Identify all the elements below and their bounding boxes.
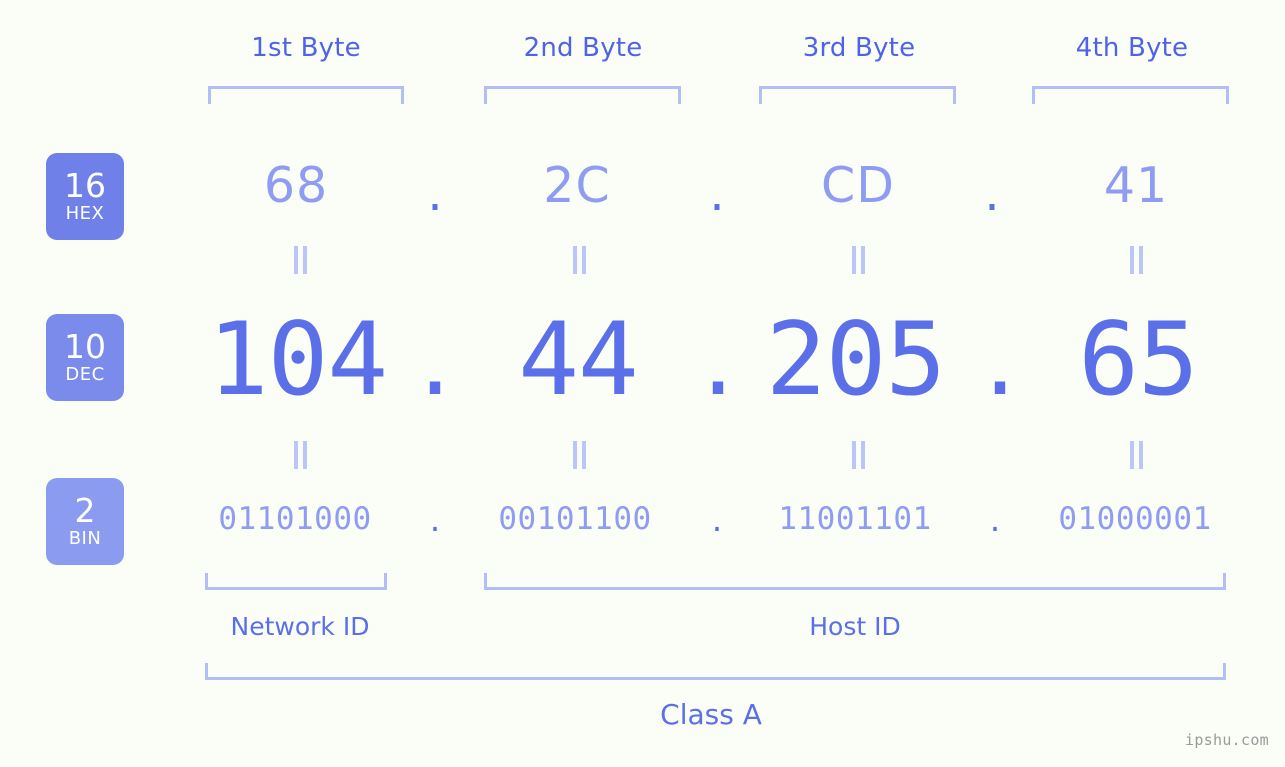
byte-bracket-4 (1032, 86, 1229, 104)
host-id-label: Host ID (809, 612, 901, 641)
byte-header-1: 1st Byte (251, 33, 361, 63)
base-badge-bin-number: 2 (74, 491, 96, 530)
base-badge-bin: 2 BIN (46, 478, 124, 565)
hex-separator-2: . (709, 166, 725, 222)
dec-value-byte-2: 44 (518, 300, 639, 418)
equals-marker-hex-dec-3 (850, 246, 868, 274)
equals-marker-dec-bin-1 (292, 441, 310, 469)
class-label: Class A (660, 698, 762, 731)
hex-value-byte-2: 2C (543, 157, 611, 214)
base-badge-dec-number: 10 (64, 327, 106, 366)
equals-marker-dec-bin-2 (571, 441, 589, 469)
network-id-label: Network ID (230, 612, 370, 641)
bin-value-byte-2: 00101100 (498, 501, 652, 537)
hex-value-byte-3: CD (821, 157, 895, 214)
ip-address-breakdown-diagram: 1st Byte 2nd Byte 3rd Byte 4th Byte 16 H… (0, 0, 1285, 767)
byte-header-3: 3rd Byte (802, 33, 916, 63)
host-id-bracket (484, 573, 1226, 590)
equals-marker-hex-dec-1 (292, 246, 310, 274)
base-badge-hex-name: HEX (65, 203, 105, 224)
bin-separator-2: . (711, 500, 723, 539)
class-bracket (205, 663, 1226, 680)
hex-separator-3: . (984, 166, 1000, 222)
dec-separator-3: . (983, 300, 1017, 418)
equals-marker-dec-bin-4 (1128, 441, 1146, 469)
bin-value-byte-1: 01101000 (218, 501, 372, 537)
site-watermark: ipshu.com (1185, 731, 1269, 749)
hex-value-byte-4: 41 (1103, 157, 1169, 214)
base-badge-bin-name: BIN (68, 528, 102, 549)
dec-value-byte-3: 205 (765, 300, 946, 418)
network-id-bracket (205, 573, 387, 590)
hex-separator-1: . (427, 166, 443, 222)
byte-header-2: 2nd Byte (523, 33, 643, 63)
hex-value-byte-1: 68 (263, 157, 329, 214)
equals-marker-hex-dec-2 (571, 246, 589, 274)
byte-bracket-1 (208, 86, 404, 104)
byte-bracket-3 (759, 86, 956, 104)
base-badge-hex-number: 16 (64, 166, 106, 205)
byte-header-4: 4th Byte (1075, 33, 1189, 63)
dec-value-byte-1: 104 (207, 300, 388, 418)
dec-value-byte-4: 65 (1078, 300, 1199, 418)
equals-marker-dec-bin-3 (850, 441, 868, 469)
bin-separator-1: . (429, 500, 441, 539)
bin-separator-3: . (989, 500, 1001, 539)
dec-separator-2: . (701, 300, 735, 418)
base-badge-hex: 16 HEX (46, 153, 124, 240)
dec-separator-1: . (418, 300, 452, 418)
base-badge-dec: 10 DEC (46, 314, 124, 401)
equals-marker-hex-dec-4 (1128, 246, 1146, 274)
base-badge-dec-name: DEC (65, 364, 105, 385)
bin-value-byte-4: 01000001 (1058, 501, 1212, 537)
bin-value-byte-3: 11001101 (778, 501, 932, 537)
byte-bracket-2 (484, 86, 681, 104)
